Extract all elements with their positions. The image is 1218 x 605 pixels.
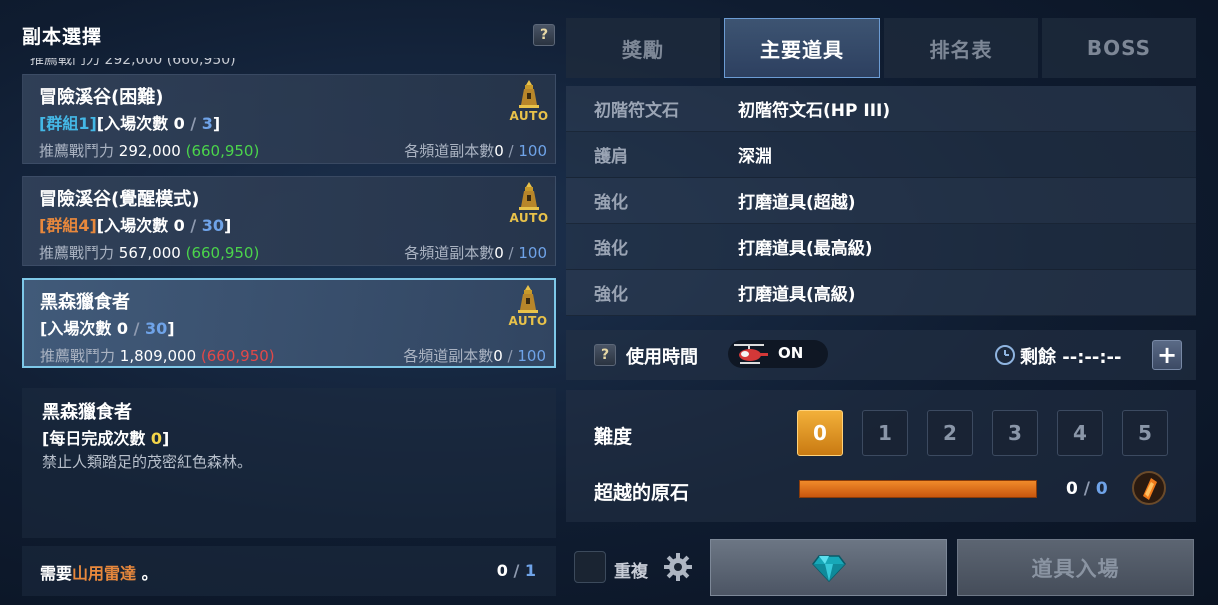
repeat-label: 重複 (614, 562, 648, 582)
tab-main-items[interactable]: 主要道具 (724, 18, 880, 78)
requirement-text: 需要山用雷達 。 (40, 564, 158, 583)
info-tabs: 獎勵 主要道具 排名表 BOSS (566, 18, 1196, 78)
transcendence-stone-bar (799, 480, 1037, 498)
item-name: 打磨道具(最高級) (738, 239, 873, 259)
item-entry-button[interactable]: 道具入場 (957, 539, 1194, 596)
item-row: 護肩 深淵 (566, 132, 1196, 178)
item-category: 強化 (594, 239, 628, 259)
description-title: 黑森獵食者 (42, 402, 132, 423)
usage-help-button[interactable]: ? (594, 344, 616, 366)
entry-count: [群組4][入場次數 0 / 30] (39, 216, 232, 235)
gem-entry-button[interactable] (710, 539, 947, 596)
difficulty-selector: 0 1 2 3 4 5 (797, 410, 1168, 456)
auto-badge: AUTO (509, 79, 549, 123)
usage-time-bar: ? 使用時間 ON 剩餘 --:--:-- + (566, 330, 1196, 380)
auto-badge: AUTO (509, 181, 549, 225)
usage-toggle[interactable]: ON (728, 340, 828, 368)
item-category: 初階符文石 (594, 101, 679, 121)
recommended-power: 推薦戰鬥力 567,000 (660,950) (39, 244, 260, 262)
item-name: 深淵 (738, 147, 772, 167)
dungeon-name: 黑森獵食者 (40, 292, 130, 313)
add-time-button[interactable]: + (1152, 340, 1182, 370)
item-name: 打磨道具(高級) (738, 285, 856, 305)
recommended-power: 推薦戰鬥力 1,809,000 (660,950) (40, 347, 275, 365)
difficulty-panel: 難度 0 1 2 3 4 5 超越的原石 0 / 0 (566, 390, 1196, 522)
dungeon-card-adventure-valley-hard[interactable]: 冒險溪谷(困難) [群組1][入場次數 0 / 3] 推薦戰鬥力 292,000… (22, 74, 556, 164)
dungeon-card-adventure-valley-awakening[interactable]: 冒險溪谷(覺醒模式) [群組4][入場次數 0 / 30] 推薦戰鬥力 567,… (22, 176, 556, 266)
helicopter-icon (734, 344, 768, 364)
tab-boss[interactable]: BOSS (1042, 18, 1196, 78)
difficulty-0-button[interactable]: 0 (797, 410, 843, 456)
transcendence-stone-count: 0 / 0 (1066, 479, 1108, 499)
difficulty-label: 難度 (594, 426, 633, 448)
usage-time-label: 使用時間 (626, 347, 698, 368)
clock-icon (995, 345, 1015, 365)
auto-tower-icon (518, 285, 538, 313)
item-row: 初階符文石 初階符文石(HP III) (566, 86, 1196, 132)
daily-completion-count: [每日完成次數 0] (42, 429, 170, 448)
auto-tower-icon (519, 80, 539, 108)
description-text: 禁止人類踏足的茂密紅色森林。 (42, 453, 253, 471)
tab-rewards[interactable]: 獎勵 (566, 18, 720, 78)
dungeon-card-black-forest-predator[interactable]: 黑森獵食者 [入場次數 0 / 30] 推薦戰鬥力 1,809,000 (660… (22, 278, 556, 368)
item-category: 強化 (594, 193, 628, 213)
entry-count: [群組1][入場次數 0 / 3] (39, 114, 221, 133)
dungeon-name: 冒險溪谷(困難) (39, 87, 164, 108)
recommended-power: 推薦戰鬥力 292,000 (660,950) (39, 142, 260, 160)
requirement-panel: 需要山用雷達 。 0 / 1 (22, 546, 556, 596)
transcendence-stone-label: 超越的原石 (594, 482, 690, 504)
difficulty-4-button[interactable]: 4 (1057, 410, 1103, 456)
transcendence-stone-icon (1132, 471, 1166, 505)
remaining-time: 剩餘 --:--:-- (1020, 347, 1122, 368)
entry-count: [入場次數 0 / 30] (40, 319, 175, 338)
item-category: 護肩 (594, 147, 628, 167)
item-row: 強化 打磨道具(超越) (566, 178, 1196, 224)
item-row: 強化 打磨道具(高級) (566, 270, 1196, 316)
difficulty-2-button[interactable]: 2 (927, 410, 973, 456)
diamond-icon (811, 554, 846, 582)
gear-icon[interactable] (662, 551, 694, 583)
dungeon-description-panel: 黑森獵食者 [每日完成次數 0] 禁止人類踏足的茂密紅色森林。 (22, 388, 556, 538)
channel-instance-count: 各頻道副本數0 / 100 (404, 142, 547, 160)
item-category: 強化 (594, 285, 628, 305)
toggle-state: ON (778, 344, 804, 362)
required-item-link[interactable]: 山用雷達 (72, 564, 136, 583)
item-row: 強化 打磨道具(最高級) (566, 224, 1196, 270)
auto-tower-icon (519, 182, 539, 210)
dungeon-name: 冒險溪谷(覺醒模式) (39, 189, 200, 210)
clipped-row-text: 推薦戰鬥力 292,000 (660,950) (30, 58, 236, 68)
requirement-count: 0 / 1 (496, 561, 536, 580)
tab-ranking[interactable]: 排名表 (884, 18, 1038, 78)
help-button[interactable]: ? (533, 24, 555, 46)
dungeon-select-title: 副本選擇 (22, 26, 103, 48)
difficulty-5-button[interactable]: 5 (1122, 410, 1168, 456)
item-name: 打磨道具(超越) (738, 193, 856, 213)
difficulty-1-button[interactable]: 1 (862, 410, 908, 456)
group-tag: [群組4] (39, 216, 97, 235)
channel-instance-count: 各頻道副本數0 / 100 (403, 347, 546, 365)
main-items-list: 初階符文石 初階符文石(HP III) 護肩 深淵 強化 打磨道具(超越) 強化 打磨道… (566, 86, 1196, 316)
group-tag: [群組1] (39, 114, 97, 133)
channel-instance-count: 各頻道副本數0 / 100 (404, 244, 547, 262)
repeat-checkbox[interactable] (574, 551, 606, 583)
clipped-list-row: 推薦戰鬥力 292,000 (660,950) (30, 58, 550, 68)
auto-badge: AUTO (508, 284, 548, 328)
difficulty-3-button[interactable]: 3 (992, 410, 1038, 456)
item-name: 初階符文石(HP III) (738, 101, 891, 121)
